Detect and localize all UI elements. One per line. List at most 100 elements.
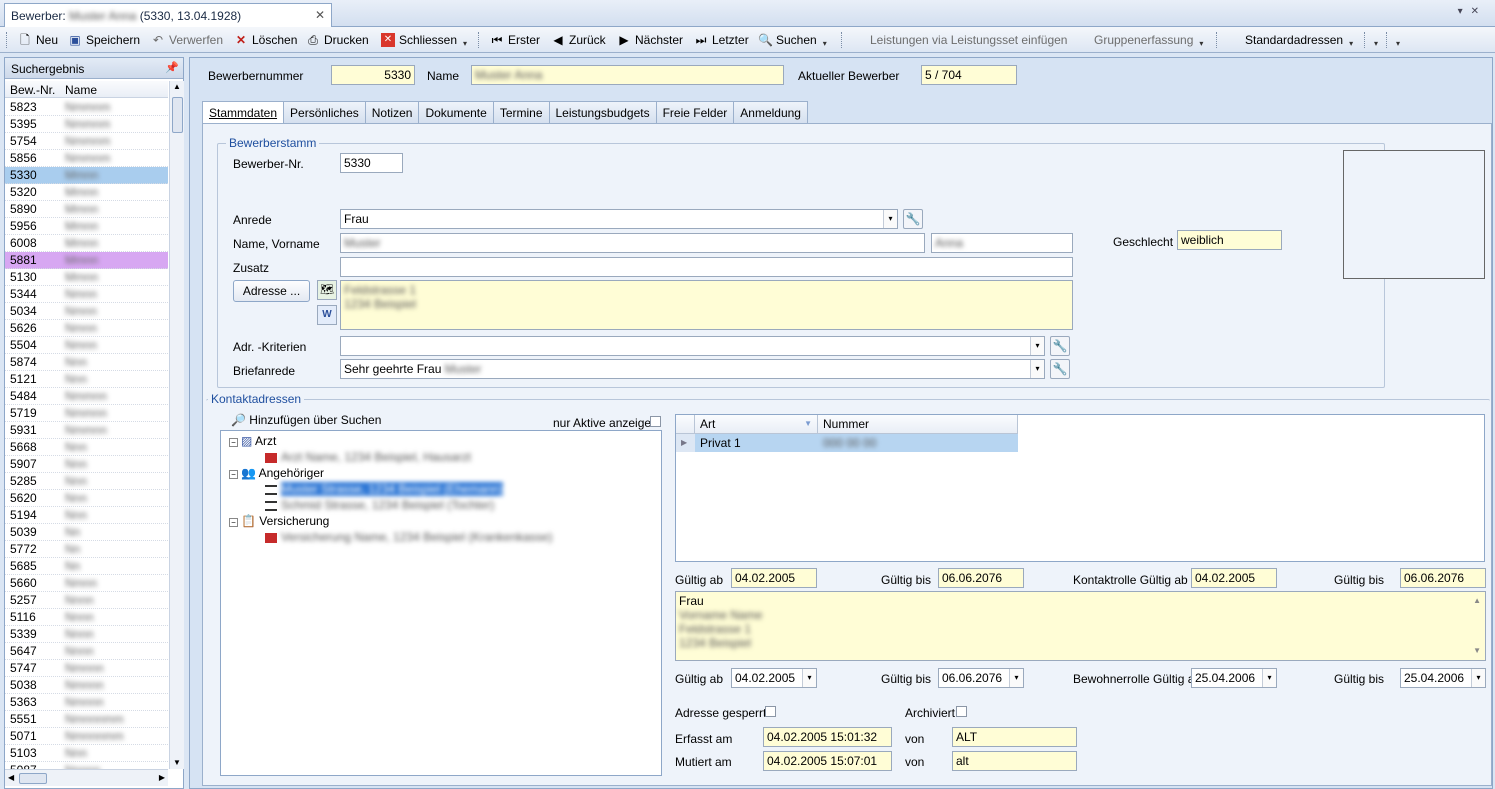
valid-from-date-picker[interactable]: 04.02.2005 ▾ (731, 668, 817, 688)
list-item[interactable]: 5034 Nmnn (5, 303, 168, 320)
scroll-down-icon[interactable]: ▼ (1473, 644, 1481, 658)
chevron-down-icon[interactable]: ▾ (1030, 337, 1044, 355)
discard-button[interactable]: ↶ Verwerfen (151, 32, 223, 48)
created-at-field[interactable]: 04.02.2005 15:01:32 (763, 727, 892, 747)
next-button[interactable]: ▶ Nächster (617, 32, 683, 48)
tab-2[interactable]: Persönliches (283, 101, 366, 123)
previous-button[interactable]: ◀ Zurück (551, 32, 605, 48)
list-item[interactable]: 5626 Nmnn (5, 320, 168, 337)
tab-6[interactable]: Leistungsbudgets (548, 101, 657, 123)
list-item[interactable]: 5285 Nnn (5, 473, 168, 490)
wrench-icon[interactable]: 🔧 (903, 209, 923, 229)
delete-button[interactable]: ✕ Löschen (234, 32, 297, 48)
tree-leaf[interactable]: Versicherung Name, 1234 Beispiel (Kranke… (265, 530, 552, 544)
horizontal-scrollbar[interactable]: ◀ ▶ (5, 769, 168, 786)
first-button[interactable]: ⏮ Erster (490, 32, 540, 48)
list-item[interactable]: 5071 Nmnnnmm (5, 728, 168, 745)
list-item[interactable]: 5484 Nmmnn (5, 388, 168, 405)
toolbar-overflow-icon[interactable]: ▾ (1394, 32, 1400, 48)
chevron-down-icon[interactable]: ▾ (1199, 39, 1203, 48)
list-item[interactable]: 5257 Nnnn (5, 592, 168, 609)
list-item[interactable]: 5039 Nn (5, 524, 168, 541)
save-button[interactable]: ▣ Speichern (68, 32, 140, 48)
chevron-down-icon[interactable]: ▾ (1009, 669, 1023, 687)
list-item[interactable]: 5772 Nn (5, 541, 168, 558)
group-entry-button[interactable]: Gruppenerfassung ▾ (1094, 32, 1203, 48)
list-item[interactable]: 5130 Mmnn (5, 269, 168, 286)
scroll-thumb[interactable] (172, 97, 183, 133)
list-item[interactable]: 5620 Nnn (5, 490, 168, 507)
tree-leaf[interactable]: Arzt Name, 1234 Beispiel, Hausarzt (265, 450, 471, 464)
list-item[interactable]: 5907 Nnn (5, 456, 168, 473)
last-button[interactable]: ⏭ Letzter (694, 32, 749, 48)
grid-cell-art[interactable]: Privat 1 (695, 434, 818, 452)
chevron-down-icon[interactable]: ▾ (1349, 39, 1353, 48)
chevron-down-icon[interactable]: ▾ (883, 210, 897, 228)
add-via-search-link[interactable]: 🔎 Hinzufügen über Suchen (231, 413, 381, 427)
tree-node-versicherung[interactable]: − 📋 Versicherung (229, 514, 329, 528)
valid-to-field[interactable]: 06.06.2076 (938, 568, 1024, 588)
grid-header-nummer[interactable]: Nummer (818, 415, 1018, 434)
created-by-field[interactable]: ALT (952, 727, 1077, 747)
list-item[interactable]: 5116 Nnnn (5, 609, 168, 626)
leistungsset-button[interactable]: Leistungen via Leistungsset einfügen (870, 32, 1067, 48)
grid-cell-nummer[interactable]: 000 00 00 (818, 434, 1018, 452)
word-document-icon[interactable]: W (317, 305, 337, 325)
new-button[interactable]: 🗋 Neu (18, 32, 58, 48)
tree-leaf[interactable]: Schmid Strasse, 1234 Beispiel (Tochter) (265, 498, 494, 512)
tab-8[interactable]: Anmeldung (733, 101, 808, 123)
grid-header-art[interactable]: Art ▼ (695, 415, 818, 434)
chevron-down-icon[interactable]: ▾ (1030, 360, 1044, 378)
address-criteria-combo[interactable]: ▾ (340, 336, 1045, 356)
current-applicant-field[interactable]: 5 / 704 (921, 65, 1017, 85)
list-item[interactable]: 6008 Mmnn (5, 235, 168, 252)
tab-7[interactable]: Freie Felder (655, 101, 735, 123)
phone-numbers-grid[interactable]: Art ▼ Nummer ▶ Privat 1 000 00 00 (675, 414, 1485, 562)
list-item[interactable]: 5956 Mmnn (5, 218, 168, 235)
scroll-up-icon[interactable]: ▲ (173, 82, 181, 91)
tab-4[interactable]: Dokumente (418, 101, 494, 123)
address-button[interactable]: Adresse ... (233, 280, 310, 302)
document-tab[interactable]: Bewerber: Muster Anna (5330, 13.04.1928)… (4, 3, 332, 27)
list-item[interactable]: 5931 Nmmnn (5, 422, 168, 439)
list-item[interactable]: 5330 Mmnn (5, 167, 168, 184)
chevron-down-icon[interactable]: ▾ (1262, 669, 1276, 687)
tree-node-angehoeriger[interactable]: − 👥 Angehöriger (229, 466, 324, 480)
list-item[interactable]: 5320 Mmnn (5, 184, 168, 201)
tab-1[interactable]: Stammdaten (202, 101, 285, 124)
contact-address-memo[interactable]: Frau Vorname Name Feldstrasse 1 1234 Bei… (675, 591, 1486, 661)
chevron-down-icon[interactable]: ▾ (802, 669, 816, 687)
vertical-scrollbar[interactable]: ▲ ▼ (169, 81, 184, 769)
chevron-down-icon[interactable]: ▾ (463, 39, 467, 48)
list-item[interactable]: 5395 Nmmnm (5, 116, 168, 133)
map-icon[interactable]: 🗺 (317, 280, 337, 300)
scroll-left-icon[interactable]: ◀ (8, 773, 14, 782)
list-item[interactable]: 5121 Nnn (5, 371, 168, 388)
tab-3[interactable]: Notizen (364, 101, 420, 123)
chevron-down-icon[interactable]: ▾ (823, 39, 827, 48)
modified-at-field[interactable]: 04.02.2005 15:07:01 (763, 751, 892, 771)
list-item[interactable]: 5344 Nmnn (5, 286, 168, 303)
modified-by-field[interactable]: alt (952, 751, 1077, 771)
lastname-field[interactable]: Muster (340, 233, 925, 253)
contact-role-valid-to-field[interactable]: 06.06.2076 (1400, 568, 1486, 588)
list-item[interactable]: 5719 Nmmnn (5, 405, 168, 422)
scroll-right-icon[interactable]: ▶ (159, 773, 165, 782)
list-item[interactable]: 5363 Nmnnn (5, 694, 168, 711)
resident-role-valid-from-picker[interactable]: 25.04.2006 ▾ (1191, 668, 1277, 688)
standard-addresses-button[interactable]: Standardadressen ▾ (1245, 32, 1353, 48)
scroll-up-icon[interactable]: ▲ (1473, 594, 1481, 608)
list-item[interactable]: 5881 Mmnn (5, 252, 168, 269)
pin-icon[interactable]: 📌 (165, 61, 179, 74)
tab-5[interactable]: Termine (492, 101, 550, 123)
list-item[interactable]: 5747 Nmnnn (5, 660, 168, 677)
list-item[interactable]: 5685 Nn (5, 558, 168, 575)
list-item[interactable]: 5668 Nnn (5, 439, 168, 456)
collapse-icon[interactable]: − (229, 438, 238, 447)
resident-role-valid-to-picker[interactable]: 25.04.2006 ▾ (1400, 668, 1486, 688)
addition-field[interactable] (340, 257, 1073, 277)
list-item[interactable]: 5194 Nnn (5, 507, 168, 524)
list-item[interactable]: 5038 Nmnnn (5, 677, 168, 694)
list-item[interactable]: 5890 Mmnn (5, 201, 168, 218)
valid-to-date-picker[interactable]: 06.06.2076 ▾ (938, 668, 1024, 688)
